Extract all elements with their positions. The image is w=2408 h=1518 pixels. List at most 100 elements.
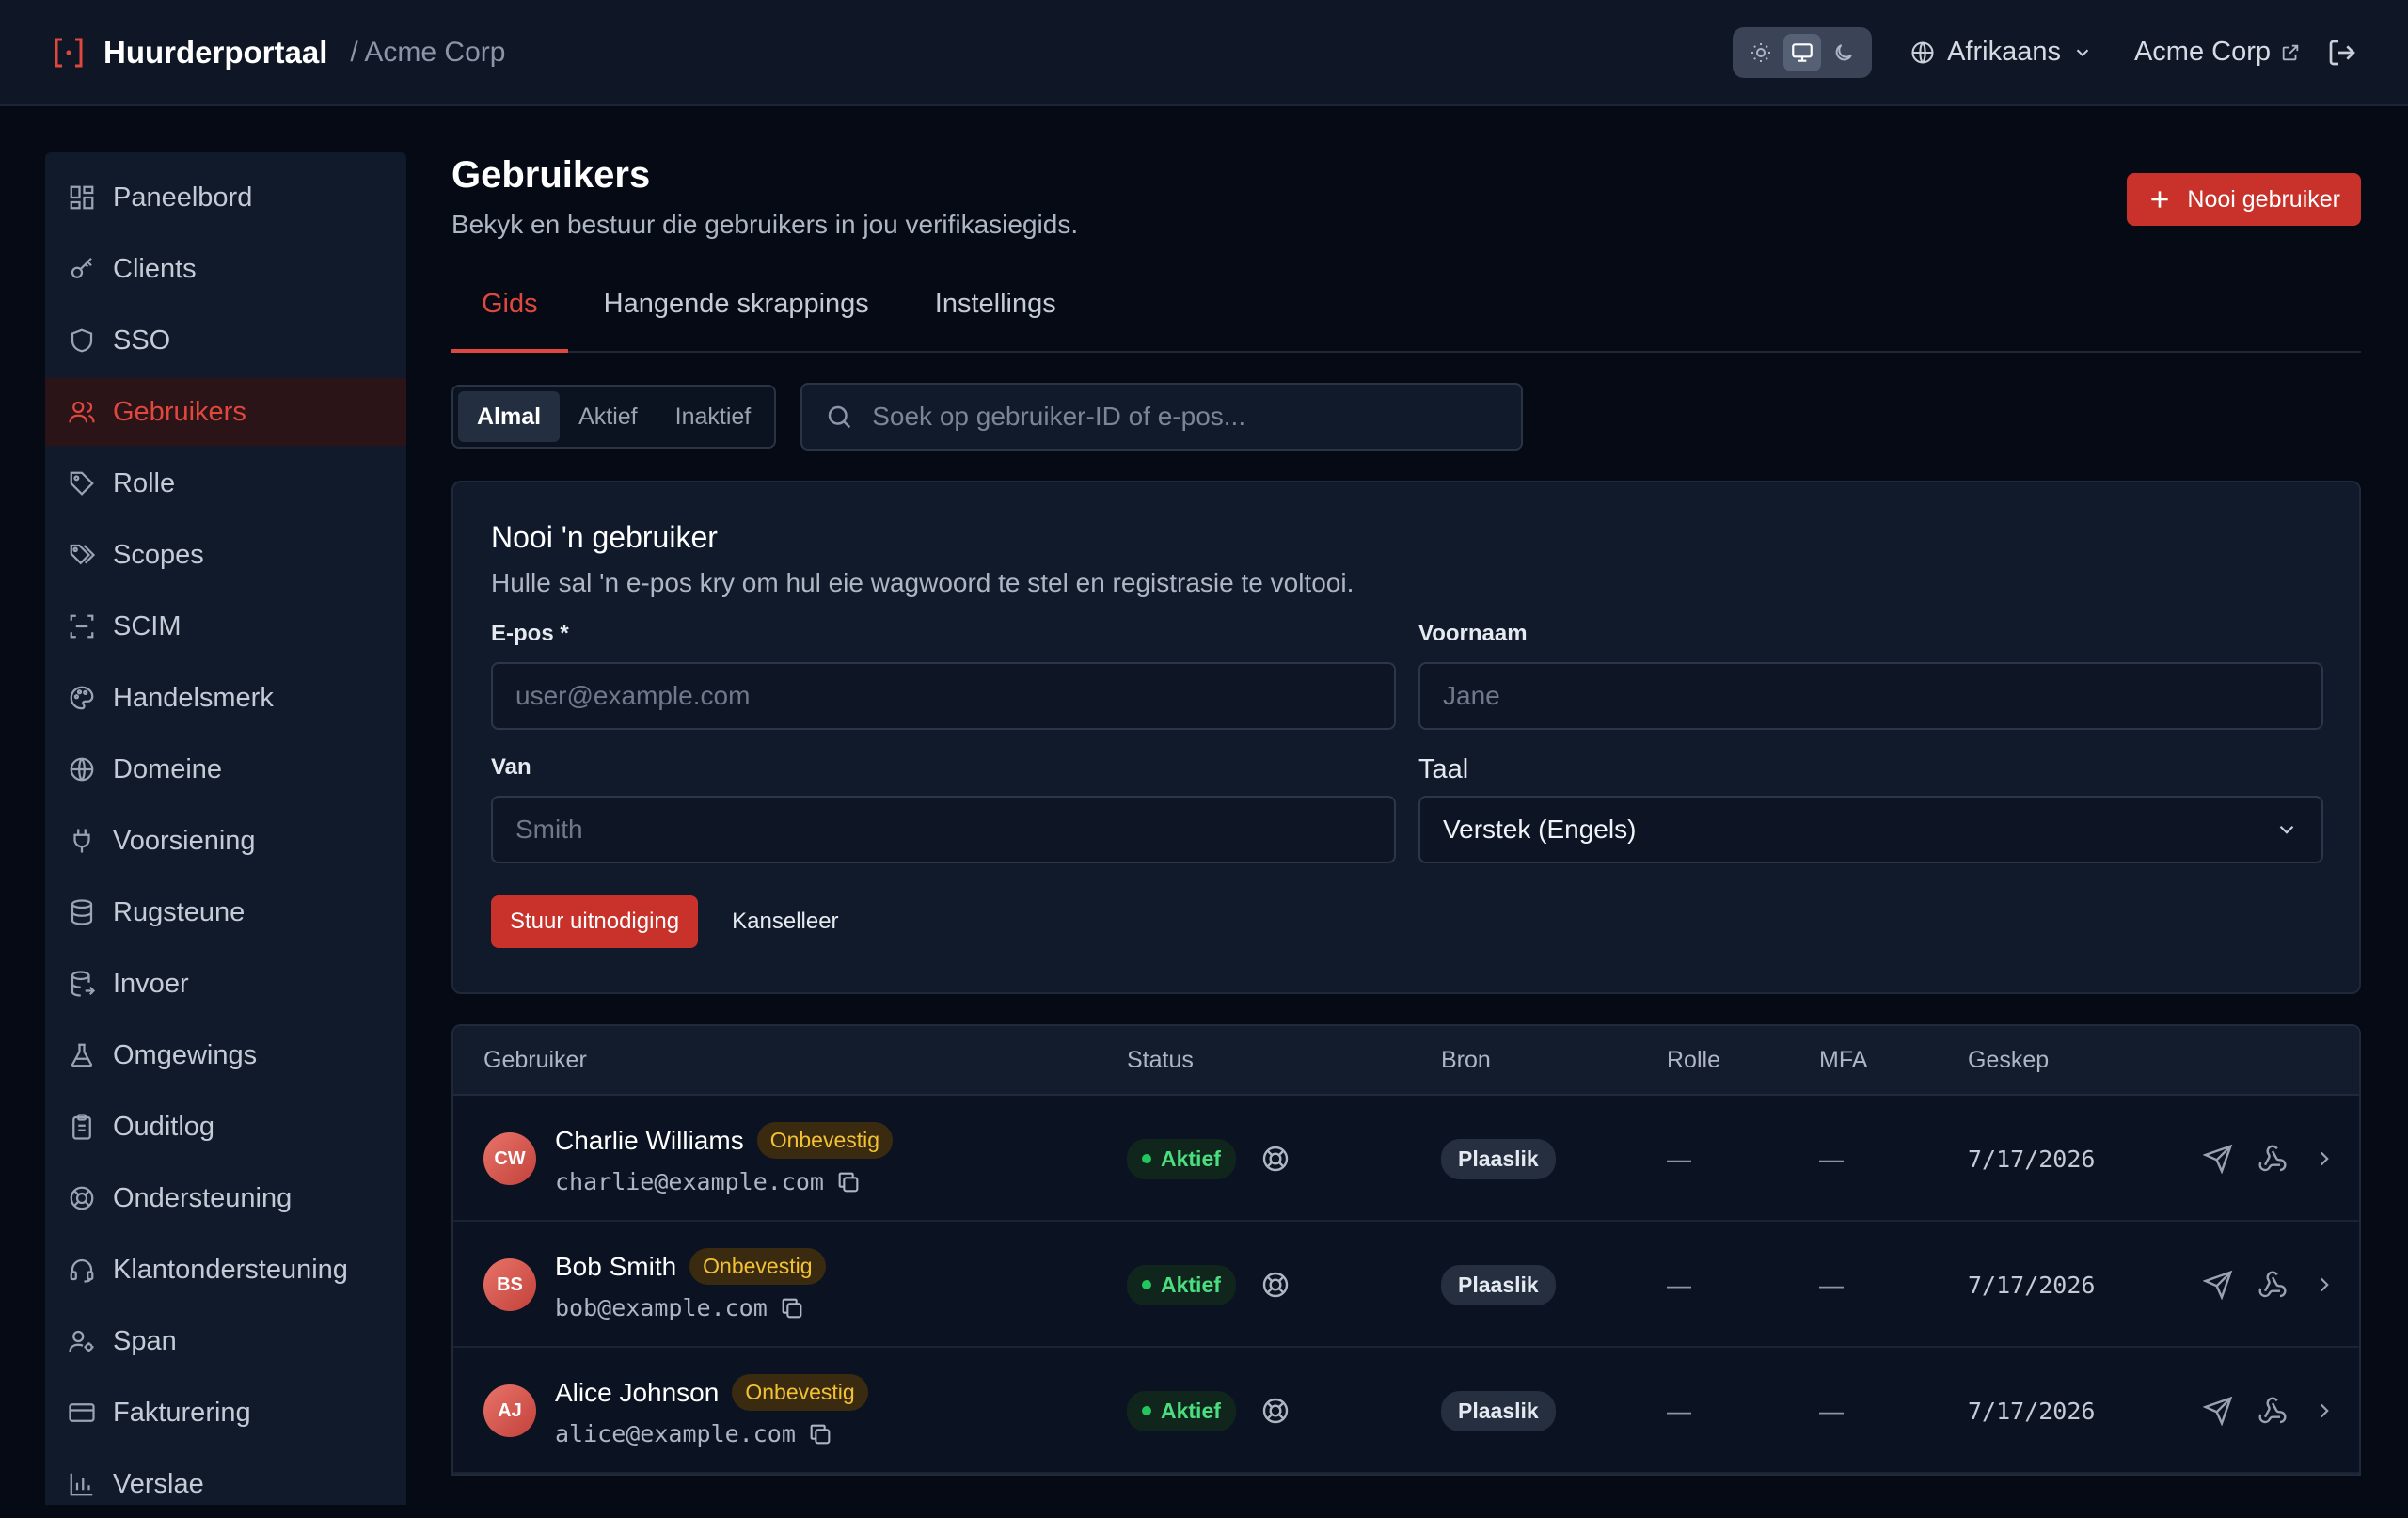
- sidebar-item-rolle[interactable]: Rolle: [45, 450, 406, 517]
- invite-user-button[interactable]: Nooi gebruiker: [2127, 173, 2361, 226]
- user-email: charlie@example.com: [555, 1168, 824, 1195]
- unverified-badge: Onbevestig: [756, 1122, 894, 1159]
- sidebar-item-verslae[interactable]: Verslae: [45, 1450, 406, 1518]
- webhook-icon[interactable]: [2258, 1270, 2288, 1300]
- user-name[interactable]: Charlie Williams: [555, 1126, 744, 1156]
- filter-almal[interactable]: Almal: [458, 391, 561, 442]
- main-content: Gebruikers Bekyk en bestuur die gebruike…: [452, 152, 2361, 1476]
- tab-gids[interactable]: Gids: [452, 283, 568, 353]
- table-header: Gebruiker Status Bron Rolle MFA Geskep: [453, 1026, 2359, 1096]
- logout-icon: [2329, 40, 2355, 65]
- language-selector[interactable]: Afrikaans: [1909, 37, 2093, 68]
- sidebar-item-sso[interactable]: SSO: [45, 307, 406, 374]
- send-icon[interactable]: [2203, 1270, 2233, 1300]
- tab-hangende-skrappings[interactable]: Hangende skrappings: [574, 283, 899, 351]
- lifebuoy-icon[interactable]: [1260, 1396, 1291, 1426]
- sidebar-item-fakturering[interactable]: Fakturering: [45, 1379, 406, 1447]
- logout-button[interactable]: [2327, 38, 2357, 68]
- unverified-badge: Onbevestig: [732, 1374, 868, 1411]
- sidebar-item-label: Rugsteune: [113, 896, 246, 927]
- sidebar-item-span[interactable]: Span: [45, 1307, 406, 1375]
- user-name[interactable]: Alice Johnson: [555, 1378, 719, 1408]
- sidebar-item-label: Klantondersteuning: [113, 1254, 348, 1285]
- copy-icon[interactable]: [807, 1421, 833, 1447]
- status-badge: Aktief: [1127, 1390, 1236, 1431]
- column-header-rolle[interactable]: Rolle: [1667, 1047, 1720, 1074]
- avatar: CW: [483, 1132, 536, 1185]
- status-filter: Almal Aktief Inaktief: [452, 385, 777, 449]
- chevron-right-icon[interactable]: [2312, 1399, 2337, 1423]
- sidebar-item-label: Fakturering: [113, 1397, 251, 1428]
- copy-icon[interactable]: [835, 1169, 862, 1195]
- last-name-label: Van: [491, 754, 531, 780]
- sidebar-item-klantondersteuning[interactable]: Klantondersteuning: [45, 1236, 406, 1304]
- tab-bar: Gids Hangende skrappings Instellings: [452, 283, 2361, 353]
- cancel-button[interactable]: Kanselleer: [732, 909, 838, 935]
- org-breadcrumb: / Acme Corp: [350, 36, 506, 68]
- users-icon: [69, 401, 95, 423]
- sidebar-item-gebruikers[interactable]: Gebruikers: [45, 378, 406, 446]
- column-header-bron[interactable]: Bron: [1441, 1047, 1491, 1074]
- sun-icon: [1751, 42, 1771, 62]
- chevron-right-icon[interactable]: [2312, 1273, 2337, 1297]
- sidebar-item-scopes[interactable]: Scopes: [45, 521, 406, 589]
- sidebar-item-label: Ondersteuning: [113, 1182, 293, 1213]
- first-name-field[interactable]: Jane: [1418, 662, 2323, 730]
- column-header-geskep[interactable]: Geskep: [1968, 1047, 2049, 1074]
- sidebar-item-ondersteuning[interactable]: Ondersteuning: [45, 1164, 406, 1232]
- webhook-icon[interactable]: [2258, 1144, 2288, 1174]
- top-bar: Huurderportaal / Acme Corp Afrikaans Acm…: [0, 0, 2408, 106]
- sidebar-item-scim[interactable]: SCIM: [45, 593, 406, 660]
- user-email: alice@example.com: [555, 1420, 796, 1447]
- table-row[interactable]: CW Charlie Williams Onbevestig charlie@e…: [453, 1096, 2359, 1222]
- system-theme-button[interactable]: [1783, 33, 1822, 71]
- source-badge: Plaaslik: [1441, 1390, 1556, 1431]
- status-dot: [1142, 1154, 1151, 1163]
- status-badge: Aktief: [1127, 1138, 1236, 1179]
- sidebar-item-rugsteune[interactable]: Rugsteune: [45, 878, 406, 946]
- lifebuoy-icon[interactable]: [1260, 1144, 1291, 1174]
- bar-chart-icon: [70, 1473, 93, 1496]
- email-field[interactable]: user@example.com: [491, 662, 1396, 730]
- portal-title[interactable]: Huurderportaal: [103, 35, 327, 71]
- status-dot: [1142, 1406, 1151, 1415]
- org-external-link[interactable]: Acme Corp: [2134, 37, 2301, 68]
- send-invite-button[interactable]: Stuur uitnodiging: [491, 895, 699, 948]
- chevron-right-icon[interactable]: [2312, 1146, 2337, 1171]
- send-icon[interactable]: [2203, 1144, 2233, 1174]
- search-input[interactable]: Soek op gebruiker-ID of e-pos...: [800, 383, 1524, 451]
- dark-theme-button[interactable]: [1825, 34, 1862, 71]
- table-row[interactable]: AJ Alice Johnson Onbevestig alice@exampl…: [453, 1348, 2359, 1474]
- brand-logo-icon: [53, 37, 85, 69]
- first-name-label: Voornaam: [1418, 621, 1528, 646]
- last-name-field[interactable]: Smith: [491, 796, 1396, 863]
- lifebuoy-icon[interactable]: [1260, 1270, 1291, 1300]
- flask-icon: [71, 1043, 93, 1067]
- sidebar-item-ouditlog[interactable]: Ouditlog: [45, 1093, 406, 1161]
- column-header-gebruiker[interactable]: Gebruiker: [483, 1047, 587, 1074]
- sidebar-item-handelsmerk[interactable]: Handelsmerk: [45, 664, 406, 732]
- monitor-icon: [1792, 42, 1813, 62]
- tab-instellings[interactable]: Instellings: [905, 283, 1086, 351]
- user-name[interactable]: Bob Smith: [555, 1252, 676, 1282]
- light-theme-button[interactable]: [1742, 34, 1780, 71]
- sidebar-item-voorsiening[interactable]: Voorsiening: [45, 807, 406, 875]
- copy-icon[interactable]: [779, 1295, 805, 1321]
- table-row[interactable]: BS Bob Smith Onbevestig bob@example.com …: [453, 1222, 2359, 1348]
- sidebar-item-invoer[interactable]: Invoer: [45, 950, 406, 1018]
- filter-inaktief[interactable]: Inaktief: [657, 391, 770, 442]
- filter-aktief[interactable]: Aktief: [560, 391, 657, 442]
- sidebar-item-paneelbord[interactable]: Paneelbord: [45, 164, 406, 231]
- sidebar-item-clients[interactable]: Clients: [45, 235, 406, 303]
- mfa-value: —: [1819, 1270, 1844, 1299]
- language-select-value: Verstek (Engels): [1443, 814, 1637, 844]
- send-icon[interactable]: [2203, 1396, 2233, 1426]
- sidebar-item-omgewings[interactable]: Omgewings: [45, 1021, 406, 1089]
- sidebar-item-label: Clients: [113, 253, 197, 284]
- invite-form-subtitle: Hulle sal 'n e-pos kry om hul eie wagwoo…: [491, 568, 1354, 597]
- language-select[interactable]: Verstek (Engels): [1418, 796, 2323, 863]
- column-header-status[interactable]: Status: [1127, 1047, 1194, 1074]
- column-header-mfa[interactable]: MFA: [1819, 1047, 1867, 1074]
- webhook-icon[interactable]: [2258, 1396, 2288, 1426]
- sidebar-item-domeine[interactable]: Domeine: [45, 735, 406, 803]
